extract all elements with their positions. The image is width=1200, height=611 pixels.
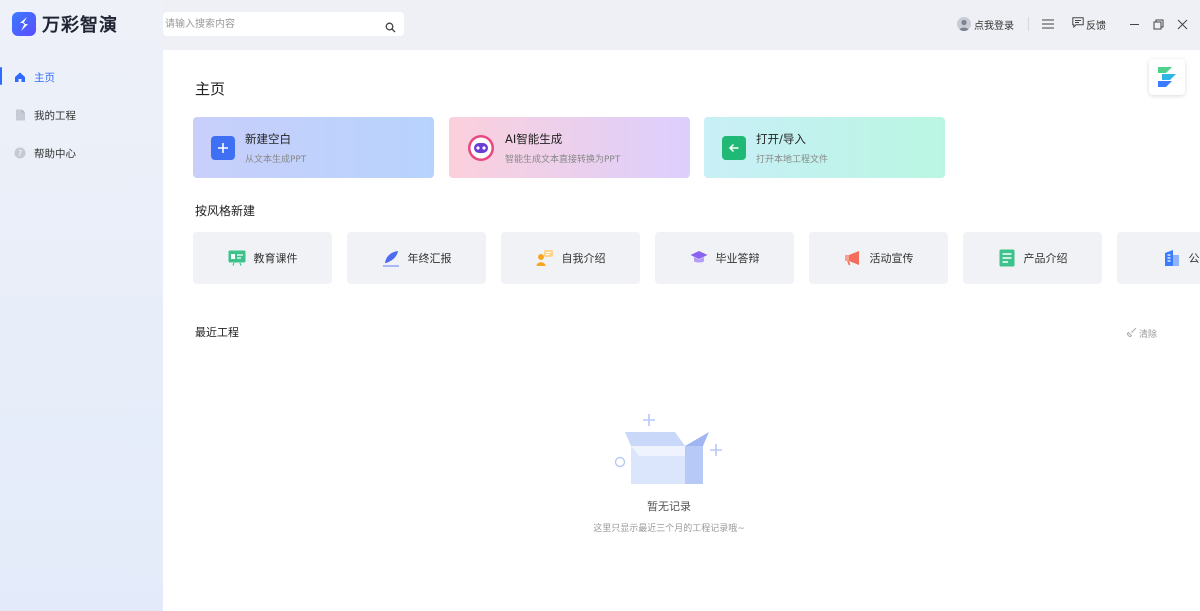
style-card-self-intro[interactable]: 自我介绍 <box>501 232 640 284</box>
sidebar: 万彩智演 主页 我的工程 ? 帮助中心 <box>0 0 163 611</box>
education-icon <box>228 249 246 267</box>
sidebar-item-label: 我的工程 <box>34 109 76 122</box>
sidebar-nav: 主页 我的工程 ? 帮助中心 <box>0 58 163 172</box>
broom-icon <box>1126 327 1137 340</box>
sidebar-item-home[interactable]: 主页 <box>0 58 163 96</box>
app-name: 万彩智演 <box>42 15 118 36</box>
home-icon <box>14 71 26 83</box>
new-blank-card[interactable]: 新建空白 从文本生成PPT <box>193 117 434 178</box>
pen-icon <box>382 249 400 267</box>
open-import-card[interactable]: 打开/导入 打开本地工程文件 <box>704 117 945 178</box>
svg-text:?: ? <box>18 149 22 158</box>
divider <box>1028 17 1029 31</box>
document-icon <box>14 109 26 121</box>
style-card-company[interactable]: 公司 <box>1117 232 1200 284</box>
new-blank-subtitle: 从文本生成PPT <box>245 154 307 165</box>
empty-state-subtitle: 这里只显示最近三个月的工程记录哦~ <box>593 524 745 534</box>
clear-button[interactable]: 清除 <box>1126 327 1158 340</box>
style-card-graduation[interactable]: 毕业答辩 <box>655 232 794 284</box>
empty-state-title: 暂无记录 <box>647 500 691 513</box>
style-label: 年终汇报 <box>407 252 452 265</box>
main-content: 主页 新建空白 从文本生成PPT AI智能生成 智能生成文本直接转换为PPT 打… <box>163 50 1200 611</box>
sidebar-item-label: 主页 <box>34 71 55 84</box>
open-import-subtitle: 打开本地工程文件 <box>756 154 829 165</box>
style-card-annual-report[interactable]: 年终汇报 <box>347 232 486 284</box>
menu-icon[interactable] <box>1042 19 1056 29</box>
graduation-cap-icon <box>690 249 708 267</box>
import-arrow-icon <box>722 135 746 160</box>
login-button[interactable]: 点我登录 <box>957 17 1014 32</box>
feedback-icon <box>1072 17 1084 31</box>
style-label: 毕业答辩 <box>715 252 760 265</box>
style-card-education[interactable]: 教育课件 <box>193 232 332 284</box>
top-bar: 点我登录 反馈 <box>163 0 1200 50</box>
open-import-title: 打开/导入 <box>756 131 806 146</box>
style-label: 自我介绍 <box>561 252 606 265</box>
style-label: 公司 <box>1188 252 1200 265</box>
ai-generate-title: AI智能生成 <box>505 131 563 146</box>
product-doc-icon <box>998 249 1016 267</box>
style-section-title: 按风格新建 <box>195 204 256 218</box>
search-input[interactable] <box>163 13 373 35</box>
page-title: 主页 <box>195 80 226 98</box>
login-label: 点我登录 <box>974 20 1014 32</box>
sidebar-item-my-projects[interactable]: 我的工程 <box>0 96 163 134</box>
style-label: 产品介绍 <box>1023 252 1068 265</box>
sidebar-item-help[interactable]: ? 帮助中心 <box>0 134 163 172</box>
ai-generate-card[interactable]: AI智能生成 智能生成文本直接转换为PPT <box>449 117 690 178</box>
ai-robot-icon <box>467 134 495 162</box>
feedback-label: 反馈 <box>1086 20 1106 32</box>
recent-projects-title: 最近工程 <box>195 326 239 339</box>
person-icon <box>536 249 554 267</box>
style-card-event-promo[interactable]: 活动宣传 <box>809 232 948 284</box>
company-building-icon <box>1163 249 1181 267</box>
style-label: 教育课件 <box>253 252 298 265</box>
search-box <box>163 12 404 36</box>
plus-icon <box>211 135 235 160</box>
top-bar-actions: 点我登录 反馈 <box>957 0 1200 48</box>
corner-app-logo-icon[interactable] <box>1149 59 1185 95</box>
app-logo: 万彩智演 <box>12 11 118 37</box>
close-icon[interactable] <box>1176 18 1188 30</box>
style-card-product-intro[interactable]: 产品介绍 <box>963 232 1102 284</box>
ai-generate-subtitle: 智能生成文本直接转换为PPT <box>505 154 621 165</box>
new-blank-title: 新建空白 <box>245 131 291 146</box>
minimize-icon[interactable] <box>1128 18 1140 30</box>
empty-box-illustration <box>613 412 725 492</box>
megaphone-icon <box>844 249 862 267</box>
feedback-button[interactable]: 反馈 <box>1072 17 1106 32</box>
sidebar-item-label: 帮助中心 <box>34 147 76 160</box>
restore-icon[interactable] <box>1152 18 1164 30</box>
help-icon: ? <box>14 147 26 159</box>
style-template-row: 教育课件 年终汇报 自我介绍 毕业答辩 活动宣传 产品介绍 公 <box>193 232 1200 284</box>
clear-label: 清除 <box>1139 330 1158 340</box>
app-logo-icon <box>12 12 36 36</box>
search-icon[interactable] <box>385 18 396 37</box>
avatar-icon <box>957 17 971 31</box>
style-label: 活动宣传 <box>869 252 914 265</box>
